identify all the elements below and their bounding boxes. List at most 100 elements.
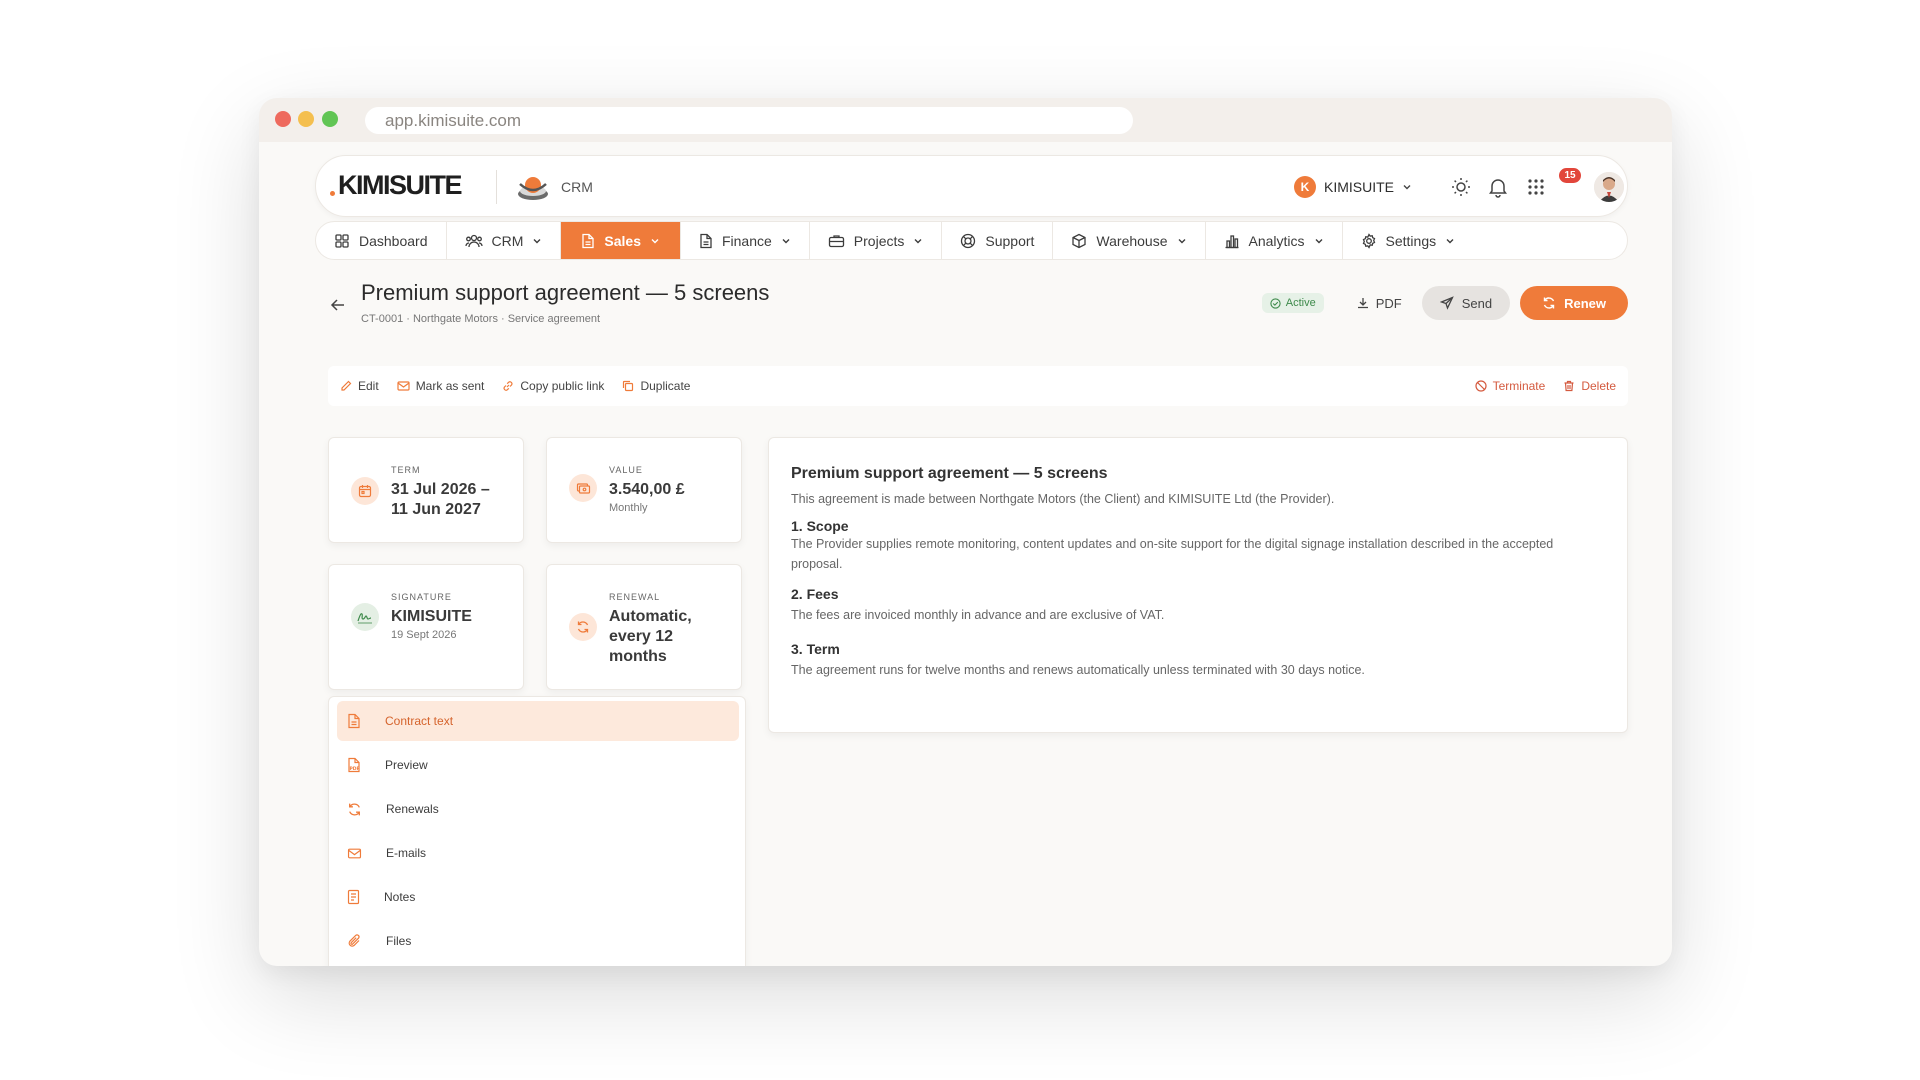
- nav-item-crm[interactable]: CRM: [447, 222, 562, 259]
- briefcase-icon: [828, 234, 844, 247]
- refresh-icon: [1543, 297, 1555, 309]
- nav-label: CRM: [491, 232, 524, 249]
- value-label: VALUE: [609, 465, 643, 475]
- side-item-label: Files: [386, 934, 412, 948]
- apps-grid-icon[interactable]: [1524, 175, 1548, 199]
- renew-label: Renew: [1564, 295, 1606, 311]
- calendar-icon: [351, 477, 379, 505]
- contract-document: Premium support agreement — 5 screens Th…: [768, 437, 1628, 733]
- value-card: VALUE 3.540,00 £ Monthly: [546, 437, 742, 543]
- nav-label: Warehouse: [1096, 232, 1168, 249]
- side-item-notes[interactable]: Notes: [337, 877, 739, 917]
- section-heading-term: 3. Term: [791, 641, 840, 657]
- side-item-label: E-mails: [386, 846, 427, 860]
- term-label: TERM: [391, 465, 421, 475]
- paperclip-icon: [348, 934, 360, 947]
- nav-item-support[interactable]: Support: [942, 222, 1054, 259]
- side-item-contract-text[interactable]: Contract text: [337, 701, 739, 741]
- org-name: KIMISUITE: [1324, 179, 1395, 195]
- lifebuoy-icon: [961, 233, 976, 248]
- renew-button[interactable]: Renew: [1520, 286, 1628, 320]
- bell-icon[interactable]: [1486, 175, 1510, 199]
- org-avatar: K: [1294, 176, 1316, 198]
- nav-item-projects[interactable]: Projects: [810, 222, 943, 259]
- duplicate-button[interactable]: Duplicate: [622, 379, 690, 393]
- signature-signer: KIMISUITE: [391, 608, 472, 625]
- chevron-down-icon: [651, 238, 659, 243]
- nav-item-finance[interactable]: Finance: [681, 222, 810, 259]
- pdf-label: PDF: [1375, 295, 1402, 311]
- terminate-button[interactable]: Terminate: [1475, 379, 1546, 393]
- organization-switcher[interactable]: K KIMISUITE: [1294, 176, 1412, 198]
- nav-item-settings[interactable]: Settings: [1343, 222, 1474, 259]
- status-label: Active: [1285, 297, 1316, 309]
- header-actions: Active PDF Send Renew: [1261, 286, 1628, 320]
- back-arrow-icon[interactable]: [329, 296, 347, 314]
- header-divider: [496, 170, 497, 204]
- signature-icon: [351, 603, 379, 631]
- crm-app-icon[interactable]: [516, 172, 550, 202]
- side-item-renewals[interactable]: Renewals: [337, 789, 739, 829]
- page-subtitle: CT-0001 · Northgate Motors · Service agr…: [361, 313, 601, 325]
- address-bar[interactable]: app.kimisuite.com: [365, 107, 1133, 134]
- nav-item-warehouse[interactable]: Warehouse: [1053, 222, 1206, 259]
- value-amount: 3.540,00 £: [609, 481, 685, 498]
- document-icon: [700, 233, 712, 248]
- close-window-button[interactable]: [275, 111, 291, 127]
- notes-icon: [347, 889, 360, 905]
- copy-public-link-button[interactable]: Copy public link: [502, 379, 604, 393]
- nav-item-analytics[interactable]: Analytics: [1206, 222, 1343, 259]
- ban-icon: [1475, 380, 1487, 392]
- download-pdf-button[interactable]: PDF: [1346, 296, 1412, 311]
- term-value-end: 11 Jun 2027: [391, 501, 481, 518]
- renewal-card: RENEWAL Automatic, every 12 months: [546, 564, 742, 690]
- kimisuite-logo[interactable]: KIMISUITE: [330, 170, 463, 201]
- edit-button[interactable]: Edit: [340, 379, 379, 393]
- duplicate-label: Duplicate: [640, 379, 691, 393]
- chevron-down-icon: [914, 238, 922, 243]
- download-icon: [1357, 298, 1368, 309]
- nav-label: Finance: [721, 232, 772, 249]
- user-avatar-icon: [1594, 172, 1624, 202]
- app-name: CRM: [561, 179, 593, 195]
- chevron-down-icon: [782, 238, 790, 243]
- refresh-icon: [349, 803, 360, 815]
- term-card: TERM 31 Jul 2026 – 11 Jun 2027: [328, 437, 524, 543]
- mark-as-sent-label: Mark as sent: [415, 379, 485, 393]
- theme-toggle-sun-icon[interactable]: [1449, 175, 1473, 199]
- status-badge: Active: [1261, 293, 1324, 313]
- maximize-window-button[interactable]: [322, 111, 338, 127]
- nav-item-sales[interactable]: Sales: [561, 222, 681, 259]
- mark-as-sent-button[interactable]: Mark as sent: [397, 379, 485, 393]
- delete-button[interactable]: Delete: [1563, 379, 1616, 393]
- contract-side-menu: Contract text PDF Preview Renewals E-mai…: [328, 696, 746, 966]
- copy-icon: [623, 380, 634, 392]
- section-heading-scope: 1. Scope: [791, 518, 849, 534]
- side-item-label: Contract text: [385, 714, 454, 728]
- document-toolbar: Edit Mark as sent Copy public link Dupli…: [328, 366, 1628, 406]
- chevron-down-icon: [1403, 185, 1411, 190]
- link-icon: [503, 381, 513, 391]
- svg-text:PDF: PDF: [350, 766, 360, 772]
- renewal-value-line3: months: [609, 648, 667, 665]
- terminate-label: Terminate: [1492, 379, 1546, 393]
- pdf-icon: PDF: [348, 757, 360, 773]
- money-icon: [569, 474, 597, 502]
- document-icon: [582, 233, 595, 248]
- section-heading-fees: 2. Fees: [791, 586, 839, 602]
- box-icon: [1072, 233, 1087, 248]
- renewal-value-line1: Automatic,: [609, 608, 692, 625]
- side-item-preview[interactable]: PDF Preview: [337, 745, 739, 785]
- side-item-emails[interactable]: E-mails: [337, 833, 739, 873]
- section-body-fees: The fees are invoiced monthly in advance…: [791, 608, 1165, 622]
- user-avatar[interactable]: [1594, 172, 1624, 202]
- side-item-files[interactable]: Files: [337, 921, 739, 961]
- users-icon: [464, 234, 483, 247]
- send-button[interactable]: Send: [1421, 286, 1511, 320]
- main-navigation: Dashboard CRM Sales Finance Projects Sup…: [315, 221, 1628, 260]
- minimize-window-button[interactable]: [298, 111, 314, 127]
- nav-item-dashboard[interactable]: Dashboard: [316, 222, 447, 259]
- section-body-scope: The Provider supplies remote monitoring,…: [791, 537, 1554, 571]
- chevron-down-icon: [533, 238, 541, 243]
- browser-titlebar: app.kimisuite.com: [259, 98, 1672, 142]
